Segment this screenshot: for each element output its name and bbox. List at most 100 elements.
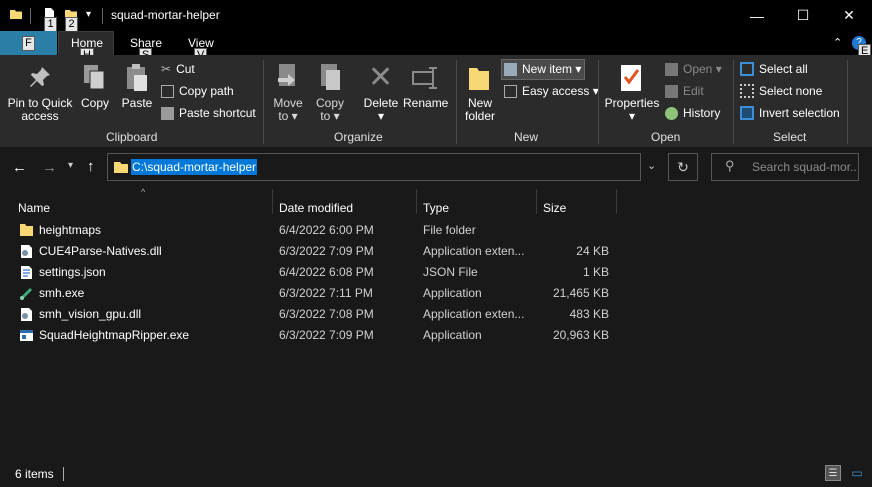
file-row[interactable]: SquadHeightmapRipper.exe 6/3/2022 7:09 P… — [0, 325, 620, 346]
invert-selection-button[interactable]: Invert selection — [740, 106, 840, 120]
properties-button[interactable]: Properties ▾ — [602, 97, 662, 123]
open-button[interactable]: Open ▾ — [665, 62, 722, 76]
file-type: File folder — [423, 223, 476, 237]
move-to-button[interactable]: Move to ▾ — [268, 97, 308, 123]
close-button[interactable]: ✕ — [826, 0, 872, 31]
recent-locations-icon[interactable]: ▾ — [68, 160, 73, 171]
history-label: History — [683, 106, 721, 120]
edit-icon — [665, 84, 678, 98]
file-row[interactable]: heightmaps 6/4/2022 6:00 PM File folder — [0, 220, 620, 241]
file-name: settings.json — [39, 265, 106, 279]
open-icon — [665, 62, 678, 76]
file-type: Application — [423, 328, 482, 342]
history-button[interactable]: History — [665, 106, 720, 120]
customize-quick-access-icon[interactable]: ▾ — [86, 9, 91, 20]
column-divider[interactable] — [536, 189, 537, 214]
tab-file[interactable]: F — [0, 31, 57, 55]
divider — [63, 467, 64, 481]
keytip-1: 1 — [44, 17, 57, 32]
copy-path-button[interactable]: Copy path — [161, 84, 234, 98]
properties-icon — [621, 65, 641, 91]
paste-shortcut-icon — [161, 106, 174, 120]
column-header-type[interactable]: Type — [423, 201, 449, 215]
file-row[interactable]: CUE4Parse-Natives.dll 6/3/2022 7:09 PM A… — [0, 241, 620, 262]
column-divider[interactable] — [416, 189, 417, 214]
address-dropdown-icon[interactable]: ⌄ — [647, 159, 656, 172]
group-divider — [456, 60, 457, 144]
file-date: 6/3/2022 7:11 PM — [279, 286, 373, 300]
window-title: squad-mortar-helper — [111, 8, 220, 22]
column-header-name[interactable]: Name — [18, 201, 50, 215]
new-item-icon — [504, 62, 517, 76]
minimize-button[interactable]: — — [734, 0, 780, 31]
delete-button[interactable]: Delete ▾ — [361, 97, 401, 123]
file-type: Application exten... — [423, 244, 525, 258]
back-icon[interactable]: ← — [12, 159, 27, 176]
exe-window-icon — [20, 330, 33, 341]
forward-icon[interactable]: → — [42, 159, 57, 176]
address-path[interactable]: C:\squad-mortar-helper — [131, 159, 258, 175]
file-row[interactable]: settings.json 6/4/2022 6:08 PM JSON File… — [0, 262, 620, 283]
refresh-icon[interactable]: ↻ — [668, 153, 698, 181]
column-header-date-modified[interactable]: Date modified — [279, 201, 353, 215]
group-divider — [263, 60, 264, 144]
file-date: 6/4/2022 6:00 PM — [279, 223, 374, 237]
paste-shortcut-label: Paste shortcut — [179, 106, 256, 120]
copy-icon — [84, 65, 105, 90]
file-type: Application exten... — [423, 307, 525, 321]
large-icons-view-icon[interactable]: ▭ — [849, 465, 865, 481]
copy-to-button[interactable]: Copy to ▾ — [310, 97, 350, 123]
pin-to-quick-access-button[interactable]: Pin to Quick access — [4, 97, 76, 123]
copy-button[interactable]: Copy — [78, 97, 112, 110]
file-size: 24 KB — [576, 244, 609, 258]
file-size: 20,963 KB — [552, 328, 609, 342]
details-view-icon[interactable]: ☰ — [825, 465, 841, 481]
edit-button[interactable]: Edit — [665, 84, 704, 98]
column-header-size[interactable]: Size — [543, 201, 566, 215]
folder-icon — [20, 224, 33, 236]
rename-icon — [412, 67, 437, 89]
new-item-label: New item ▾ — [522, 62, 582, 76]
item-count: 6 items — [15, 467, 54, 481]
paste-button[interactable]: Paste — [120, 97, 154, 110]
select-all-button[interactable]: Select all — [740, 62, 808, 76]
copy-to-icon — [321, 64, 340, 90]
file-type: JSON File — [423, 265, 478, 279]
collapse-ribbon-icon[interactable]: ⌃ — [833, 36, 842, 49]
column-divider[interactable] — [616, 189, 617, 214]
up-icon[interactable]: ↑ — [87, 158, 95, 175]
new-item-button[interactable]: New item ▾ — [504, 62, 581, 76]
select-all-label: Select all — [759, 62, 808, 76]
open-group-label: Open — [651, 130, 681, 144]
folder-icon — [10, 10, 22, 19]
file-date: 6/4/2022 6:08 PM — [279, 265, 374, 279]
file-row[interactable]: smh_vision_gpu.dll 6/3/2022 7:08 PM Appl… — [0, 304, 620, 325]
edit-label: Edit — [683, 84, 704, 98]
open-label: Open ▾ — [683, 62, 722, 76]
file-size: 21,465 KB — [552, 286, 609, 300]
column-divider[interactable] — [272, 189, 273, 214]
group-divider — [733, 60, 734, 144]
file-name: heightmaps — [39, 223, 102, 237]
group-divider — [847, 60, 848, 144]
select-all-icon — [740, 62, 754, 76]
dll-file-icon — [21, 308, 32, 321]
new-folder-button[interactable]: New folder — [460, 97, 500, 123]
maximize-button[interactable]: ☐ — [780, 0, 826, 31]
file-name: SquadHeightmapRipper.exe — [39, 328, 190, 342]
cut-button[interactable]: ✂ Cut — [161, 62, 195, 76]
file-date: 6/3/2022 7:09 PM — [279, 244, 374, 258]
file-row[interactable]: smh.exe 6/3/2022 7:11 PM Application 21,… — [0, 283, 620, 304]
organize-group-label: Organize — [334, 130, 383, 144]
delete-icon: ✕ — [368, 61, 394, 94]
file-type: Application — [423, 286, 482, 300]
new-folder-icon — [469, 68, 489, 90]
json-file-icon — [21, 266, 32, 279]
folder-icon — [114, 162, 128, 173]
paste-shortcut-button[interactable]: Paste shortcut — [161, 106, 256, 120]
paste-icon — [127, 64, 147, 91]
easy-access-button[interactable]: Easy access ▾ — [504, 84, 599, 98]
clipboard-group-label: Clipboard — [106, 130, 158, 144]
select-none-button[interactable]: Select none — [740, 84, 822, 98]
rename-button[interactable]: Rename — [403, 97, 448, 110]
